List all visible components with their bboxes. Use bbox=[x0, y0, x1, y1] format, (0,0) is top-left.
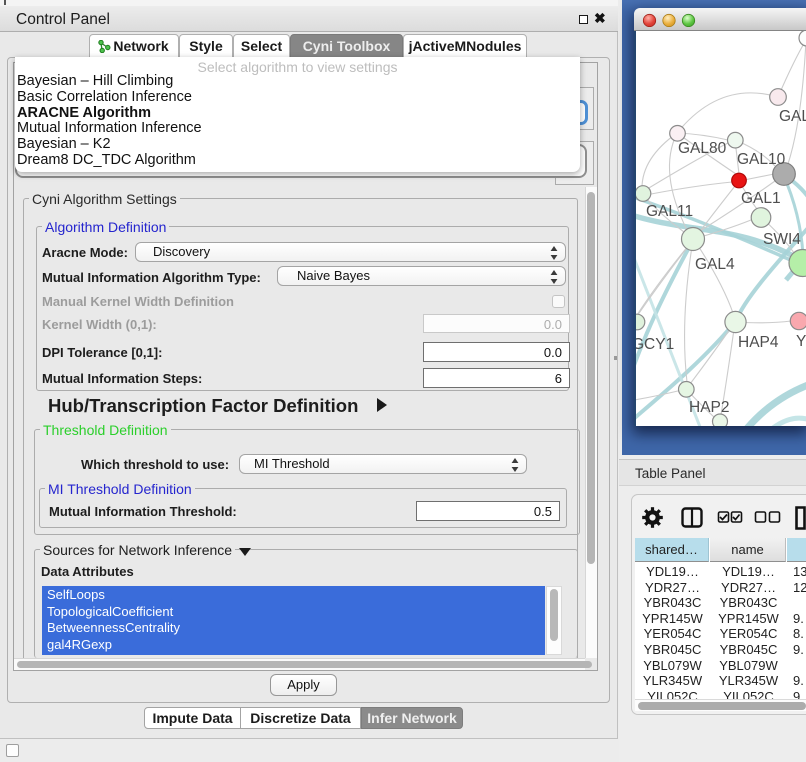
svg-text:Y: Y bbox=[796, 333, 806, 350]
svg-text:HAP2: HAP2 bbox=[689, 399, 730, 416]
svg-text:SWI4: SWI4 bbox=[763, 231, 801, 248]
svg-text:HAP4: HAP4 bbox=[738, 334, 779, 351]
svg-text:GAL10: GAL10 bbox=[737, 151, 786, 168]
svg-text:GCY1: GCY1 bbox=[636, 336, 674, 353]
svg-text:GAL80: GAL80 bbox=[678, 140, 727, 157]
svg-text:GAL7: GAL7 bbox=[779, 108, 806, 125]
svg-text:GAL11: GAL11 bbox=[646, 203, 693, 220]
svg-text:GAL4: GAL4 bbox=[695, 256, 735, 273]
svg-text:GAL1: GAL1 bbox=[741, 190, 781, 207]
